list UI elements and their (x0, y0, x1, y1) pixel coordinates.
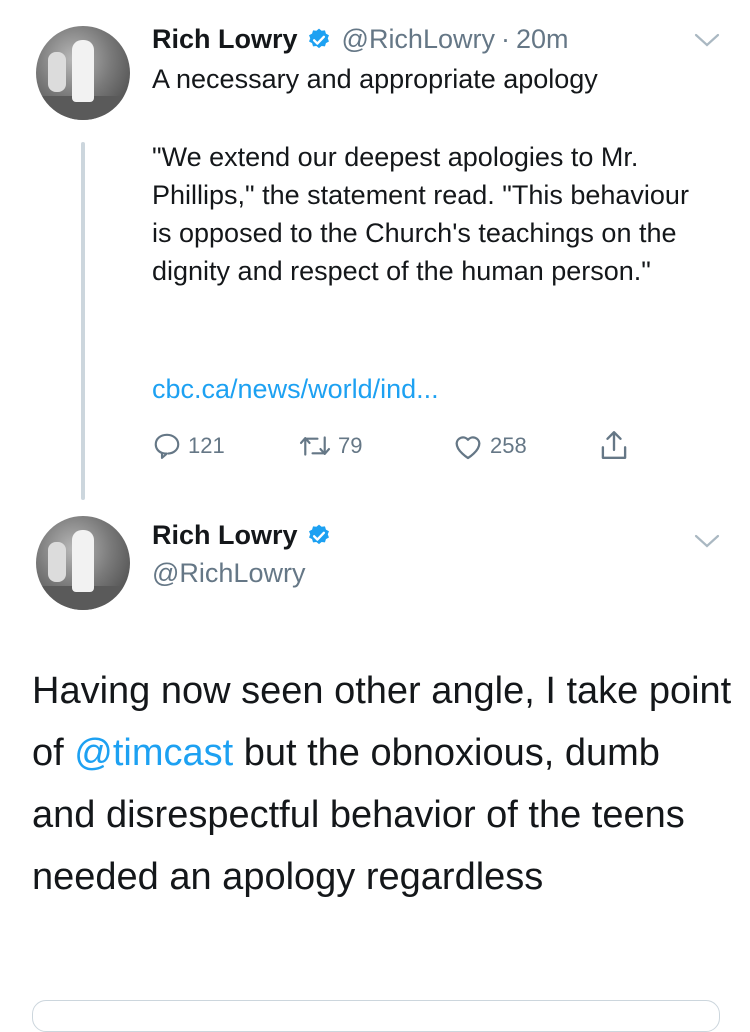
avatar-figure (72, 530, 94, 592)
share-icon (601, 431, 627, 459)
like-count: 258 (490, 433, 527, 458)
verified-badge-icon (308, 524, 329, 544)
like-button[interactable]: 258 (452, 428, 527, 464)
retweet-count: 79 (338, 433, 363, 458)
avatar[interactable] (36, 516, 130, 610)
timestamp[interactable]: 20m (516, 24, 569, 55)
retweet-icon (299, 436, 331, 456)
avatar-figure-secondary (48, 52, 66, 92)
verified-badge-icon (308, 28, 329, 48)
separator-dot: · (500, 24, 510, 54)
share-button[interactable] (598, 428, 630, 464)
author-handle[interactable]: @RichLowry (342, 24, 495, 55)
author-name[interactable]: Rich Lowry (152, 24, 298, 55)
retweet-button[interactable]: 79 (298, 428, 362, 464)
thread-connector (81, 142, 85, 500)
chevron-down-icon[interactable] (694, 533, 720, 549)
reply-count: 121 (188, 433, 225, 458)
tweet-main-text: Having now seen other angle, I take poin… (32, 660, 732, 908)
avatar-figure (72, 40, 94, 102)
mention-link[interactable]: @timcast (74, 732, 233, 774)
author-name[interactable]: Rich Lowry (152, 520, 298, 551)
tweet-text-line1: A necessary and appropriate apology (152, 64, 598, 94)
article-link[interactable]: cbc.ca/news/world/ind... (152, 370, 732, 408)
quoted-statement: "We extend our deepest apologies to Mr. … (152, 142, 689, 286)
like-icon (455, 436, 481, 460)
embedded-card-edge[interactable] (32, 1000, 720, 1032)
reply-button[interactable]: 121 (152, 428, 225, 464)
avatar-figure-secondary (48, 542, 66, 582)
chevron-down-icon[interactable] (694, 32, 720, 48)
avatar[interactable] (36, 26, 130, 120)
author-handle[interactable]: @RichLowry (152, 558, 305, 589)
tweet2-header: Rich Lowry (152, 520, 332, 551)
reply-icon (154, 433, 180, 459)
tweet-header: Rich Lowry @RichLowry · 20m (152, 24, 569, 55)
